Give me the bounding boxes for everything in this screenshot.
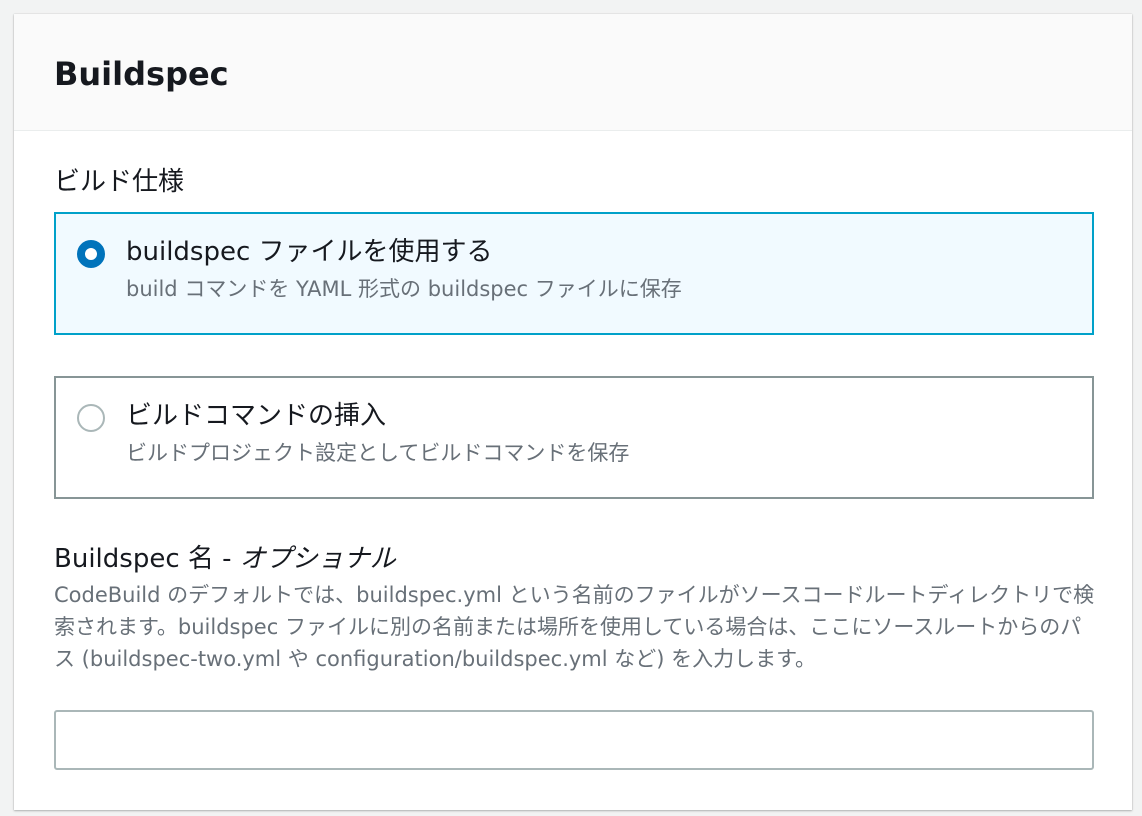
option-description: ビルドプロジェクト設定としてビルドコマンドを保存	[126, 441, 630, 465]
build-spec-label: ビルド仕様	[54, 167, 185, 197]
label-separator: -	[213, 544, 240, 574]
option-use-buildspec-file[interactable]: buildspec ファイルを使用する build コマンドを YAML 形式の…	[54, 212, 1094, 335]
radio-selected-icon[interactable]	[77, 240, 105, 268]
option-title: ビルドコマンドの挿入	[126, 401, 387, 431]
radio-unselected-icon[interactable]	[77, 404, 105, 432]
panel-title: Buildspec	[54, 55, 229, 93]
buildspec-name-input[interactable]	[54, 710, 1094, 770]
option-description: build コマンドを YAML 形式の buildspec ファイルに保存	[126, 277, 682, 301]
panel-header: Buildspec	[14, 14, 1132, 131]
option-title: buildspec ファイルを使用する	[126, 237, 493, 267]
optional-tag: オプショナル	[239, 544, 396, 574]
buildspec-panel: Buildspec ビルド仕様 buildspec ファイルを使用する buil…	[14, 14, 1132, 810]
buildspec-name-label-text: Buildspec 名	[54, 544, 214, 574]
option-insert-build-commands[interactable]: ビルドコマンドの挿入 ビルドプロジェクト設定としてビルドコマンドを保存	[54, 376, 1094, 499]
buildspec-name-description: CodeBuild のデフォルトでは、buildspec.yml という名前のフ…	[54, 583, 1095, 671]
buildspec-name-label: Buildspec 名 - オプショナル	[54, 541, 396, 577]
